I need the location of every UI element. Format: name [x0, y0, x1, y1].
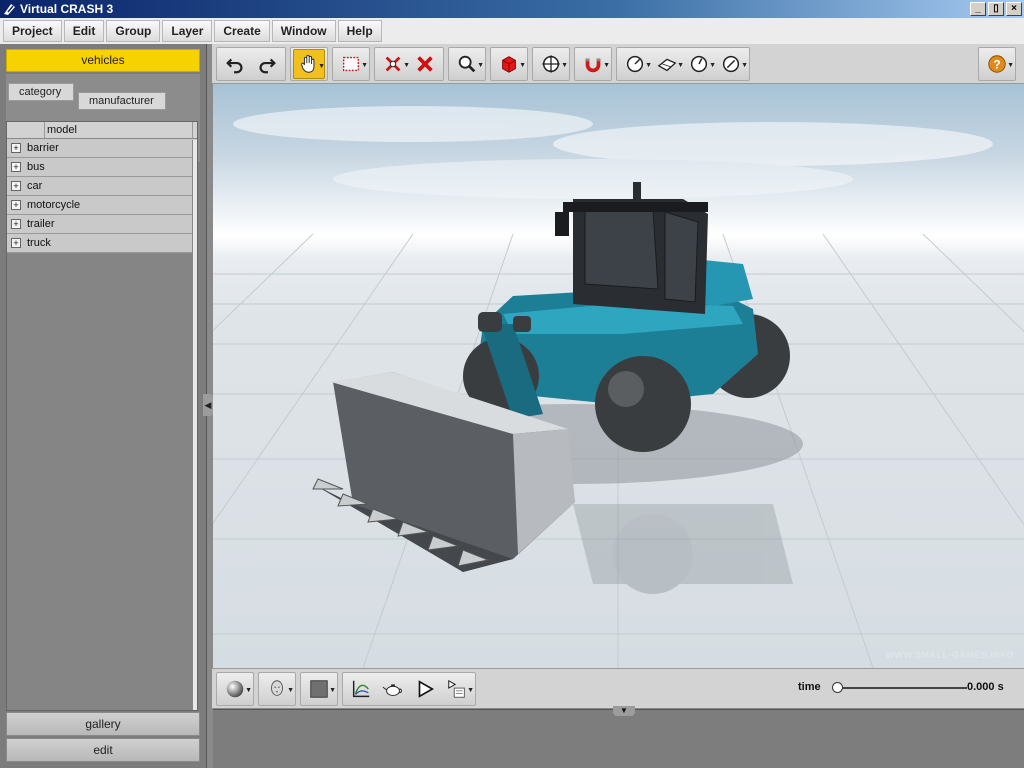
expand-icon[interactable]: +	[11, 181, 21, 191]
vehicle-list: model + barrier + bus + car + motorcycle + tr…	[6, 121, 198, 711]
move-icon[interactable]: ▼	[535, 49, 568, 79]
redo-icon[interactable]	[251, 49, 283, 79]
menu-help[interactable]: Help	[337, 20, 382, 42]
app-logo-icon	[4, 4, 15, 15]
playlist-icon[interactable]: ▼	[441, 674, 474, 704]
expand-icon[interactable]: +	[11, 219, 21, 229]
list-item[interactable]: + motorcycle	[7, 196, 197, 215]
list-scrollbar[interactable]	[192, 140, 197, 710]
library-panel: vehicles category manufacturer model + ba…	[0, 44, 207, 768]
bottom-panel: ▼	[213, 706, 1024, 768]
cube-icon[interactable]: ▼	[493, 49, 526, 79]
filter-tab-manufacturer[interactable]: manufacturer	[78, 92, 166, 110]
expand-icon[interactable]: +	[11, 162, 21, 172]
time-label: time	[798, 681, 821, 693]
watermark-text: WWW.SMALL-GAMES.INFO	[885, 650, 1014, 660]
speedometer-icon[interactable]: ▼	[715, 49, 748, 79]
list-item[interactable]: + car	[7, 177, 197, 196]
app-window: Virtual CRASH 3 _ ▯ × Project Edit Group…	[0, 0, 1024, 768]
menu-create[interactable]: Create	[214, 20, 270, 42]
sphere-render-icon[interactable]: ▼	[219, 674, 252, 704]
gauge-icon[interactable]: ▼	[683, 49, 716, 79]
expand-icon[interactable]: +	[11, 143, 21, 153]
delete-point-icon[interactable]: ▼	[377, 49, 410, 79]
graph-icon[interactable]	[345, 674, 377, 704]
play-icon[interactable]	[409, 674, 441, 704]
measure-angle-icon[interactable]: ▼	[619, 49, 652, 79]
time-value: 0.000 s	[967, 681, 1004, 693]
collapse-panel-handle[interactable]: ◀	[203, 394, 213, 416]
color-square-icon[interactable]: ▼	[303, 674, 336, 704]
menu-layer[interactable]: Layer	[162, 20, 213, 42]
list-header: model	[7, 122, 197, 139]
time-slider[interactable]	[837, 687, 967, 689]
select-rect-icon[interactable]: ▼	[335, 49, 368, 79]
list-item[interactable]: + trailer	[7, 215, 197, 234]
vehicles-tab[interactable]: vehicles	[6, 49, 200, 72]
edit-button[interactable]: edit	[6, 738, 200, 762]
list-item[interactable]: + truck	[7, 234, 197, 253]
expand-icon[interactable]: +	[11, 238, 21, 248]
svg-text:?: ?	[993, 58, 1000, 72]
head-icon[interactable]: ▼	[261, 674, 294, 704]
delete-icon[interactable]	[409, 49, 441, 79]
menu-window[interactable]: Window	[271, 20, 336, 42]
minimize-button[interactable]: _	[970, 2, 986, 16]
collapse-bottom-handle[interactable]: ▼	[613, 706, 635, 716]
column-model[interactable]: model	[47, 122, 77, 138]
3d-viewport[interactable]: WWW.SMALL-GAMES.INFO	[213, 84, 1024, 668]
list-item[interactable]: + barrier	[7, 139, 197, 158]
hand-pan-icon[interactable]: ▼	[293, 48, 325, 79]
magnet-icon[interactable]: ▼	[577, 49, 610, 79]
scene-render	[213, 106, 1024, 668]
help-icon[interactable]: ? ▼	[981, 49, 1014, 79]
main-toolbar: ▼ ▼ ▼ ▼ ▼ ▼ ▼ ▼ ▼ ▼ ▼ ? ▼	[212, 44, 1024, 84]
maximize-button[interactable]: ▯	[988, 2, 1004, 16]
menu-group[interactable]: Group	[106, 20, 161, 42]
menu-edit[interactable]: Edit	[63, 20, 105, 42]
expand-icon[interactable]: +	[11, 200, 21, 210]
menu-bar: Project Edit Group Layer Create Window H…	[0, 18, 1024, 44]
gallery-button[interactable]: gallery	[6, 712, 200, 736]
filter-tab-category[interactable]: category	[8, 83, 74, 101]
plane-icon[interactable]: ▼	[651, 49, 684, 79]
list-item[interactable]: + bus	[7, 158, 197, 177]
zoom-icon[interactable]: ▼	[451, 49, 484, 79]
title-bar: Virtual CRASH 3 _ ▯ ×	[0, 0, 1024, 18]
playback-toolbar: ▼ ▼ ▼ ▼ time 0.000 s	[212, 668, 1024, 708]
close-button[interactable]: ×	[1006, 2, 1022, 16]
undo-icon[interactable]	[219, 49, 251, 79]
window-title: Virtual CRASH 3	[20, 2, 114, 16]
menu-project[interactable]: Project	[3, 20, 62, 42]
teapot-icon[interactable]	[377, 674, 409, 704]
time-slider-thumb[interactable]	[832, 682, 843, 693]
